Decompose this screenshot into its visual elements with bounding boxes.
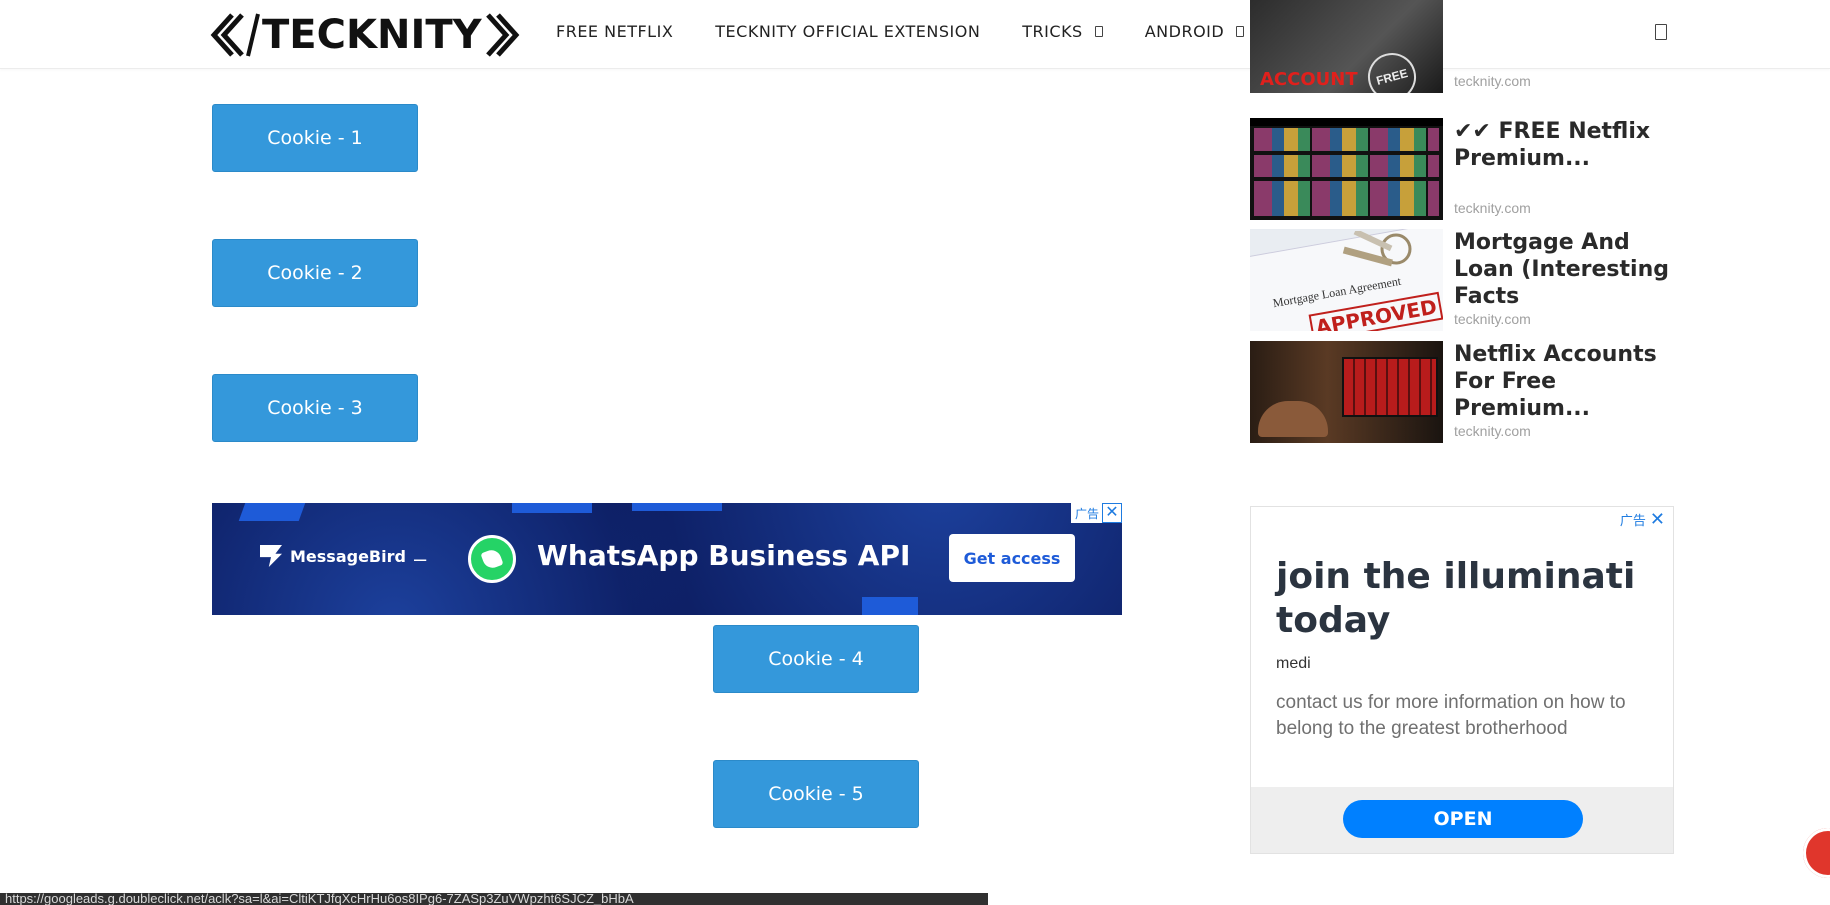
post-title[interactable]: Netflix Accounts For Free Premium... xyxy=(1454,341,1678,422)
browser-status-url: https://googleads.g.doubleclick.net/aclk… xyxy=(0,893,988,905)
related-post-item[interactable]: ACCOUNT FREE tecknity.com xyxy=(1250,0,1674,93)
thumb-caption: ACCOUNT xyxy=(1260,69,1358,90)
nav-tricks[interactable]: TRICKS xyxy=(1022,22,1103,41)
keys-icon xyxy=(1342,231,1412,267)
post-title[interactable]: ✔✔ FREE Netflix Premium... xyxy=(1454,118,1678,172)
ad-brand-name: MessageBird xyxy=(290,546,406,566)
close-icon[interactable]: ✕ xyxy=(1102,503,1122,523)
thumbnail-row-gap xyxy=(1254,177,1439,181)
post-source: tecknity.com xyxy=(1454,423,1531,439)
nav-label: FREE NETFLIX xyxy=(556,22,674,41)
nav-android[interactable]: ANDROID xyxy=(1144,22,1245,41)
logo-left-chevron-icon xyxy=(210,13,244,57)
thumbnail-topbar xyxy=(1250,118,1443,126)
ad-decor-shape xyxy=(632,503,722,511)
post-thumbnail: Mortgage Loan Agreement APPROVED xyxy=(1250,229,1443,331)
logo-text: TECKNITY xyxy=(262,12,482,58)
ad-dash: – xyxy=(414,546,427,571)
nav-label: TRICKS xyxy=(1022,22,1083,41)
thumbnail-tv-screen xyxy=(1342,357,1438,417)
main-nav: FREE NETFLIX TECKNITY OFFICIAL EXTENSION… xyxy=(556,22,1286,41)
post-source: tecknity.com xyxy=(1454,73,1531,89)
thumb-free-badge: FREE xyxy=(1362,47,1422,93)
related-post-item[interactable]: ✔✔ FREE Netflix Premium... tecknity.com xyxy=(1250,118,1674,220)
logo-slash-icon xyxy=(246,13,260,57)
cookie-1-button[interactable]: Cookie - 1 xyxy=(212,104,418,172)
logo-right-chevron-icon xyxy=(485,13,519,57)
thumbnail-grid xyxy=(1254,128,1439,216)
cookie-5-button[interactable]: Cookie - 5 xyxy=(713,760,919,828)
post-title[interactable]: Mortgage And Loan (Interesting Facts xyxy=(1454,229,1678,310)
illuminati-sidebar-ad[interactable]: 广告 ✕ join the illuminati today medi cont… xyxy=(1250,506,1674,854)
cookie-2-button[interactable]: Cookie - 2 xyxy=(212,239,418,307)
thumbnail-row-gap xyxy=(1254,151,1439,155)
ad-decor-shape xyxy=(238,503,306,521)
nav-label: TECKNITY OFFICIAL EXTENSION xyxy=(715,22,981,41)
thumbnail-people xyxy=(1258,401,1328,437)
ad-choices[interactable]: 广告 ✕ xyxy=(1620,509,1665,530)
open-button[interactable]: OPEN xyxy=(1343,800,1583,838)
related-post-item[interactable]: Netflix Accounts For Free Premium... tec… xyxy=(1250,341,1674,443)
ad-decor-shape xyxy=(862,597,918,615)
ad-choices[interactable]: 广告 ✕ xyxy=(1070,503,1122,523)
ad-footer: OPEN xyxy=(1251,787,1673,853)
dropdown-icon xyxy=(1236,26,1245,37)
ad-label: 广告 xyxy=(1074,507,1099,521)
cookie-4-button[interactable]: Cookie - 4 xyxy=(713,625,919,693)
nav-free-netflix[interactable]: FREE NETFLIX xyxy=(556,22,673,41)
post-thumbnail: ACCOUNT FREE xyxy=(1250,0,1443,93)
ad-decor-shape xyxy=(512,503,592,513)
post-thumbnail xyxy=(1250,118,1443,220)
post-source: tecknity.com xyxy=(1454,200,1531,216)
dropdown-icon xyxy=(1094,26,1103,37)
post-thumbnail xyxy=(1250,341,1443,443)
ad-headline: join the illuminati today xyxy=(1276,556,1636,641)
ad-headline: WhatsApp Business API xyxy=(537,539,911,572)
whatsapp-banner-ad[interactable]: MessageBird – WhatsApp Business API Get … xyxy=(212,503,1122,615)
site-logo[interactable]: TECKNITY xyxy=(210,10,520,60)
cookie-3-button[interactable]: Cookie - 3 xyxy=(212,374,418,442)
nav-label: ANDROID xyxy=(1144,22,1225,41)
post-source: tecknity.com xyxy=(1454,311,1531,327)
messagebird-icon xyxy=(260,545,282,567)
close-icon[interactable]: ✕ xyxy=(1650,509,1665,530)
ad-advertiser: medi xyxy=(1276,655,1311,672)
messagebird-logo: MessageBird xyxy=(260,545,406,567)
related-post-item[interactable]: Mortgage Loan Agreement APPROVED Mortgag… xyxy=(1250,229,1674,331)
nav-tecknity-extension[interactable]: TECKNITY OFFICIAL EXTENSION xyxy=(715,22,980,41)
notification-bell-icon[interactable] xyxy=(1803,828,1830,878)
whatsapp-icon xyxy=(468,535,516,583)
get-access-button[interactable]: Get access xyxy=(949,534,1075,582)
ad-label: 广告 xyxy=(1619,513,1646,528)
ad-body: contact us for more information on how t… xyxy=(1276,692,1626,739)
